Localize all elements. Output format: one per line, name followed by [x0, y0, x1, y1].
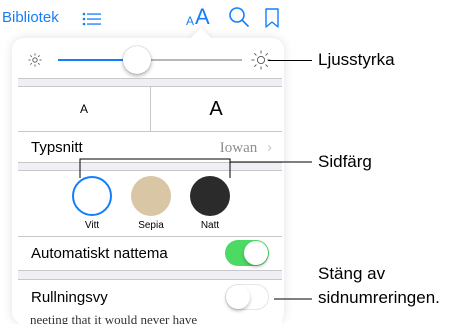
- font-name: Iowan: [219, 140, 258, 156]
- scroll-callout-line2: sidnumreringen.: [318, 288, 440, 307]
- auto-night-row: Automatiskt nattema: [18, 237, 282, 270]
- brightness-slider-thumb[interactable]: [123, 46, 151, 74]
- list-icon[interactable]: [82, 12, 102, 26]
- page-color-sepia-label: Sepia: [138, 220, 164, 231]
- font-size-row: A A: [18, 87, 282, 131]
- auto-night-label: Automatiskt nattema: [31, 245, 168, 262]
- bookmark-icon[interactable]: [264, 8, 280, 28]
- font-row[interactable]: Typsnitt Iowan ›: [18, 132, 282, 162]
- separator: [18, 270, 282, 271]
- chevron-right-icon: ›: [267, 139, 272, 156]
- page-color-row: Vitt Sepia Natt: [18, 171, 282, 236]
- font-icon-large-a: A: [195, 4, 210, 29]
- scroll-view-row: Rullningsvy: [18, 280, 282, 314]
- library-button[interactable]: Bibliotek: [2, 9, 59, 26]
- brightness-callout: Ljusstyrka: [318, 50, 395, 69]
- separator: [18, 162, 282, 163]
- page-color-white[interactable]: [72, 176, 112, 216]
- toggle-knob: [244, 241, 268, 265]
- scroll-view-label: Rullningsvy: [31, 289, 108, 306]
- smaller-font-button[interactable]: A: [18, 87, 150, 131]
- scroll-callout-line1: Stäng av: [318, 264, 386, 283]
- font-row-label: Typsnitt: [31, 139, 83, 156]
- separator: [18, 78, 282, 79]
- book-text: neeting that it would never have: [30, 312, 198, 324]
- search-icon[interactable]: [228, 6, 250, 28]
- toolbar: Bibliotek A A: [0, 0, 290, 40]
- larger-font-button[interactable]: A: [150, 87, 282, 131]
- brightness-row: [18, 42, 282, 78]
- page-color-white-label: Vitt: [84, 220, 100, 231]
- scroll-view-toggle[interactable]: [225, 284, 269, 310]
- font-icon-small-a: A: [186, 14, 195, 28]
- display-settings-popover: A A Typsnitt Iowan › Vitt Sepia Natt Aut…: [18, 42, 282, 324]
- page-color-night-label: Natt: [200, 220, 220, 231]
- page-color-callout: Sidfärg: [318, 152, 372, 171]
- brightness-callout-line: [268, 60, 312, 61]
- auto-night-toggle[interactable]: [225, 240, 269, 266]
- page-color-sepia[interactable]: [131, 176, 171, 216]
- toggle-knob: [226, 285, 250, 309]
- font-row-value: Iowan ›: [220, 139, 272, 157]
- page-color-night[interactable]: [190, 176, 230, 216]
- sun-small-icon: [28, 53, 42, 67]
